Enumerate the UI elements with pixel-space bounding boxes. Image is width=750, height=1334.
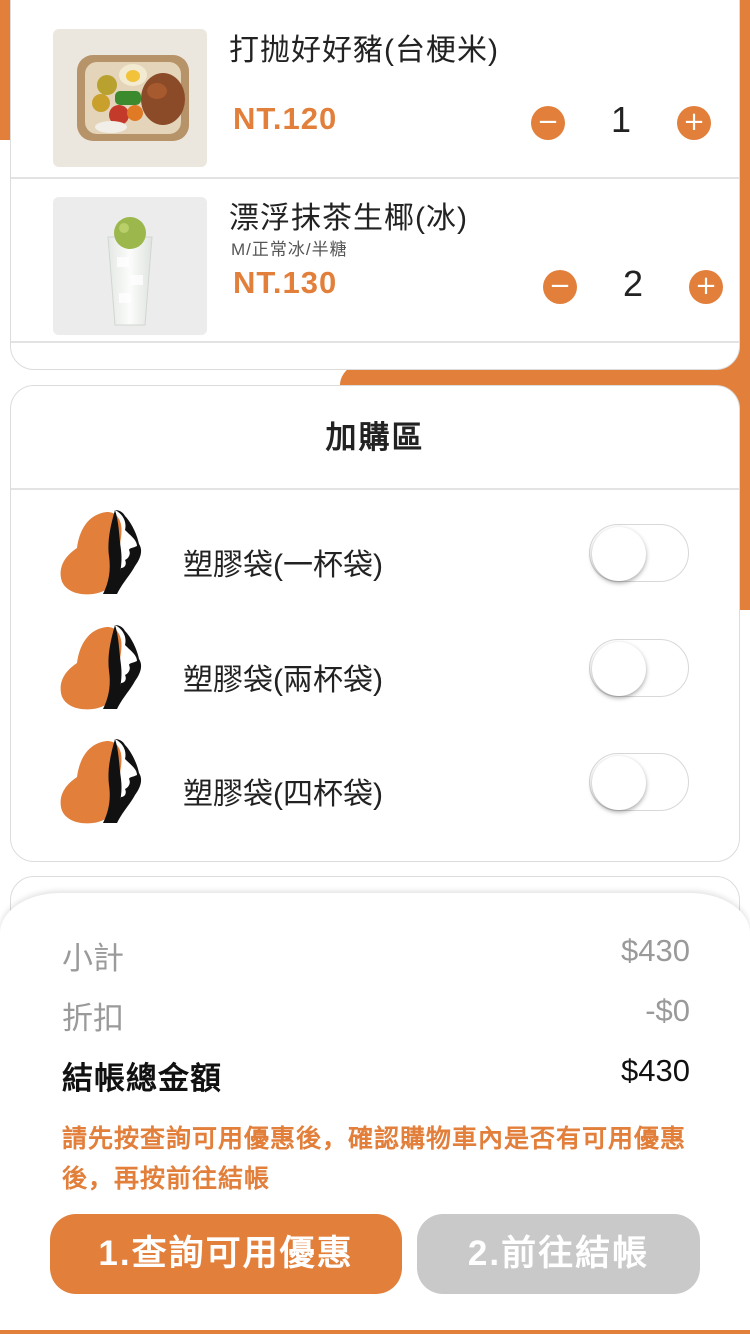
addon-item: 塑膠袋(兩杯袋)	[11, 621, 739, 721]
discount-value: -$0	[645, 993, 690, 1028]
quantity-value: 1	[610, 99, 632, 140]
item-price: NT.120	[233, 101, 338, 136]
addon-label: 塑膠袋(兩杯袋)	[183, 664, 383, 697]
toggle-knob	[592, 642, 646, 696]
quantity-minus-button[interactable]: −	[531, 106, 565, 140]
brand-logo-icon	[60, 510, 142, 595]
item-price: NT.130	[233, 265, 338, 300]
item-options: M/正常冰/半糖	[231, 240, 348, 259]
subtotal-row: 小計 $430	[62, 933, 690, 976]
addon-toggle[interactable]	[589, 524, 689, 582]
check-coupons-button[interactable]: 1.查詢可用優惠	[50, 1214, 402, 1294]
addon-card: 加購區 塑膠袋(一杯袋) 塑膠袋(兩杯袋) 塑膠袋(四杯袋)	[10, 385, 740, 862]
quantity-plus-button[interactable]: +	[677, 106, 711, 140]
addon-section-title: 加購區	[11, 386, 739, 490]
brand-logo-icon	[60, 739, 142, 824]
addon-label: 塑膠袋(四杯袋)	[183, 778, 383, 811]
total-label: 結帳總金額	[62, 1061, 222, 1096]
subtotal-label: 小計	[62, 941, 124, 976]
cart-card: 打抛好好豬(台梗米) NT.120 − 1 + 漂浮抹茶生椰(冰) M/正常冰/…	[10, 0, 740, 370]
checkout-button[interactable]: 2.前往結帳	[417, 1214, 700, 1294]
addon-toggle[interactable]	[589, 753, 689, 811]
total-row: 結帳總金額 $430	[62, 1053, 690, 1096]
cart-item: 打抛好好豬(台梗米) NT.120 − 1 +	[11, 15, 739, 179]
product-image-rice-bento	[53, 29, 207, 167]
addon-label: 塑膠袋(一杯袋)	[183, 549, 383, 582]
bottom-accent-line	[0, 1330, 750, 1334]
addon-item: 塑膠袋(四杯袋)	[11, 735, 739, 835]
discount-row: 折扣 -$0	[62, 993, 690, 1036]
subtotal-value: $430	[621, 933, 690, 968]
addon-item: 塑膠袋(一杯袋)	[11, 506, 739, 606]
brand-logo-icon	[60, 625, 142, 710]
item-name: 打抛好好豬(台梗米)	[229, 34, 499, 67]
product-image-matcha-drink	[53, 197, 207, 335]
cart-item: 漂浮抹茶生椰(冰) M/正常冰/半糖 NT.130 − 2 +	[11, 179, 739, 343]
quantity-plus-button[interactable]: +	[689, 270, 723, 304]
discount-label: 折扣	[62, 1001, 124, 1036]
addon-toggle[interactable]	[589, 639, 689, 697]
quantity-minus-button[interactable]: −	[543, 270, 577, 304]
item-name: 漂浮抹茶生椰(冰)	[229, 202, 468, 235]
toggle-knob	[592, 527, 646, 581]
total-value: $430	[621, 1053, 690, 1088]
order-summary-panel: 小計 $430 折扣 -$0 結帳總金額 $430 請先按查詢可用優惠後，確認購…	[0, 893, 750, 1334]
quantity-value: 2	[622, 263, 644, 304]
checkout-notice: 請先按查詢可用優惠後，確認購物車內是否有可用優惠後，再按前往結帳	[62, 1125, 687, 1193]
toggle-knob	[592, 756, 646, 810]
